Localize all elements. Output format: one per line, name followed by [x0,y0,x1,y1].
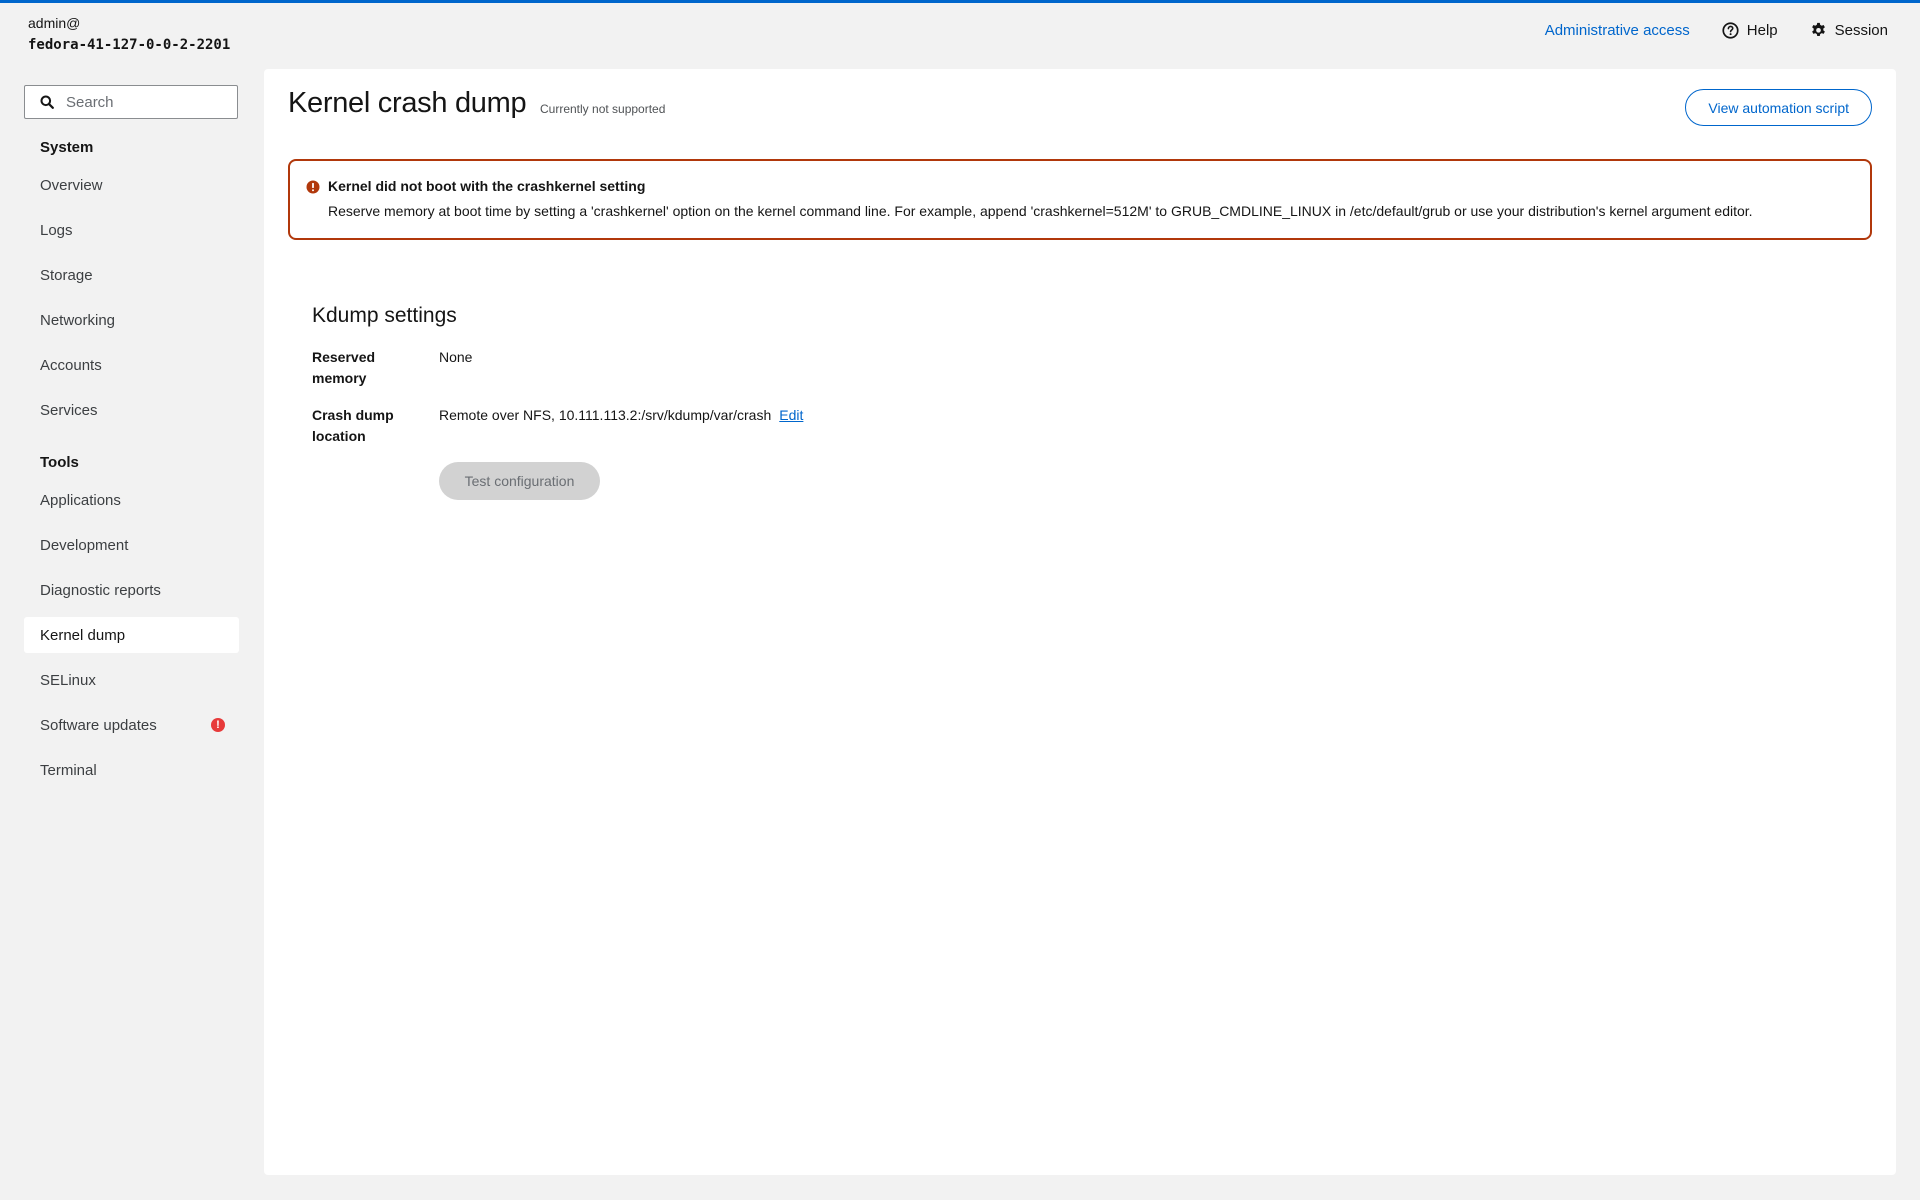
page-title: Kernel crash dump [288,87,527,119]
gear-icon [1811,22,1825,37]
alert-badge-icon: ! [211,718,225,732]
host-info: admin@ fedora-41-127-0-0-2-2201 [28,14,230,56]
administrative-access-link[interactable]: Administrative access [1545,22,1690,39]
nav-section-tools: Tools [40,454,79,471]
reserved-memory-label: Reserved memory [312,349,376,386]
nav-item-label: Software updates [40,716,157,734]
nav-item-terminal[interactable]: Terminal [24,752,239,788]
help-button[interactable]: Help [1722,22,1778,39]
alert-body: Reserve memory at boot time by setting a… [328,203,1753,219]
header-actions: Administrative access Help Session [1545,22,1888,39]
top-accent-bar [0,0,1920,3]
main-panel: Kernel crash dump Currently not supporte… [264,69,1896,1175]
nav-item-logs[interactable]: Logs [24,212,239,248]
nav-item-kernel-dump[interactable]: Kernel dump [24,617,239,653]
error-icon [306,180,320,194]
kdump-settings-title: Kdump settings [312,304,457,327]
reserved-memory-value: None [439,349,473,365]
hostname: fedora-41-127-0-0-2-2201 [28,37,231,53]
nav-item-overview[interactable]: Overview [24,167,239,203]
nav-section-system: System [40,139,94,156]
nav-item-applications[interactable]: Applications [24,482,239,518]
view-automation-script-button[interactable]: View automation script [1685,89,1872,126]
nav-item-development[interactable]: Development [24,527,239,563]
session-label: Session [1834,22,1888,39]
nav-item-storage[interactable]: Storage [24,257,239,293]
nav-item-software-updates[interactable]: Software updates ! [24,707,239,743]
crash-dump-location-row: Remote over NFS, 10.111.113.2:/srv/kdump… [439,405,803,426]
nav-item-accounts[interactable]: Accounts [24,347,239,383]
search-input[interactable] [64,92,228,112]
crashkernel-alert: Kernel did not boot with the crashkernel… [288,159,1872,240]
help-icon [1722,22,1739,39]
search-icon [40,95,54,109]
search-box[interactable] [24,85,238,119]
edit-location-link[interactable]: Edit [779,407,803,423]
alert-title: Kernel did not boot with the crashkernel… [328,178,646,194]
test-configuration-button[interactable]: Test configuration [439,462,600,500]
page-subtitle: Currently not supported [540,102,666,116]
help-label: Help [1746,22,1778,39]
nav-item-services[interactable]: Services [24,392,239,428]
nav-item-selinux[interactable]: SELinux [24,662,239,698]
crash-dump-location-value: Remote over NFS, 10.111.113.2:/srv/kdump… [439,407,772,423]
nav-item-diagnostic-reports[interactable]: Diagnostic reports [24,572,239,608]
nav-item-networking[interactable]: Networking [24,302,239,338]
host-user: admin@ [28,15,81,31]
session-button[interactable]: Session [1810,22,1888,39]
crash-dump-location-label: Crash dump location [312,407,394,444]
